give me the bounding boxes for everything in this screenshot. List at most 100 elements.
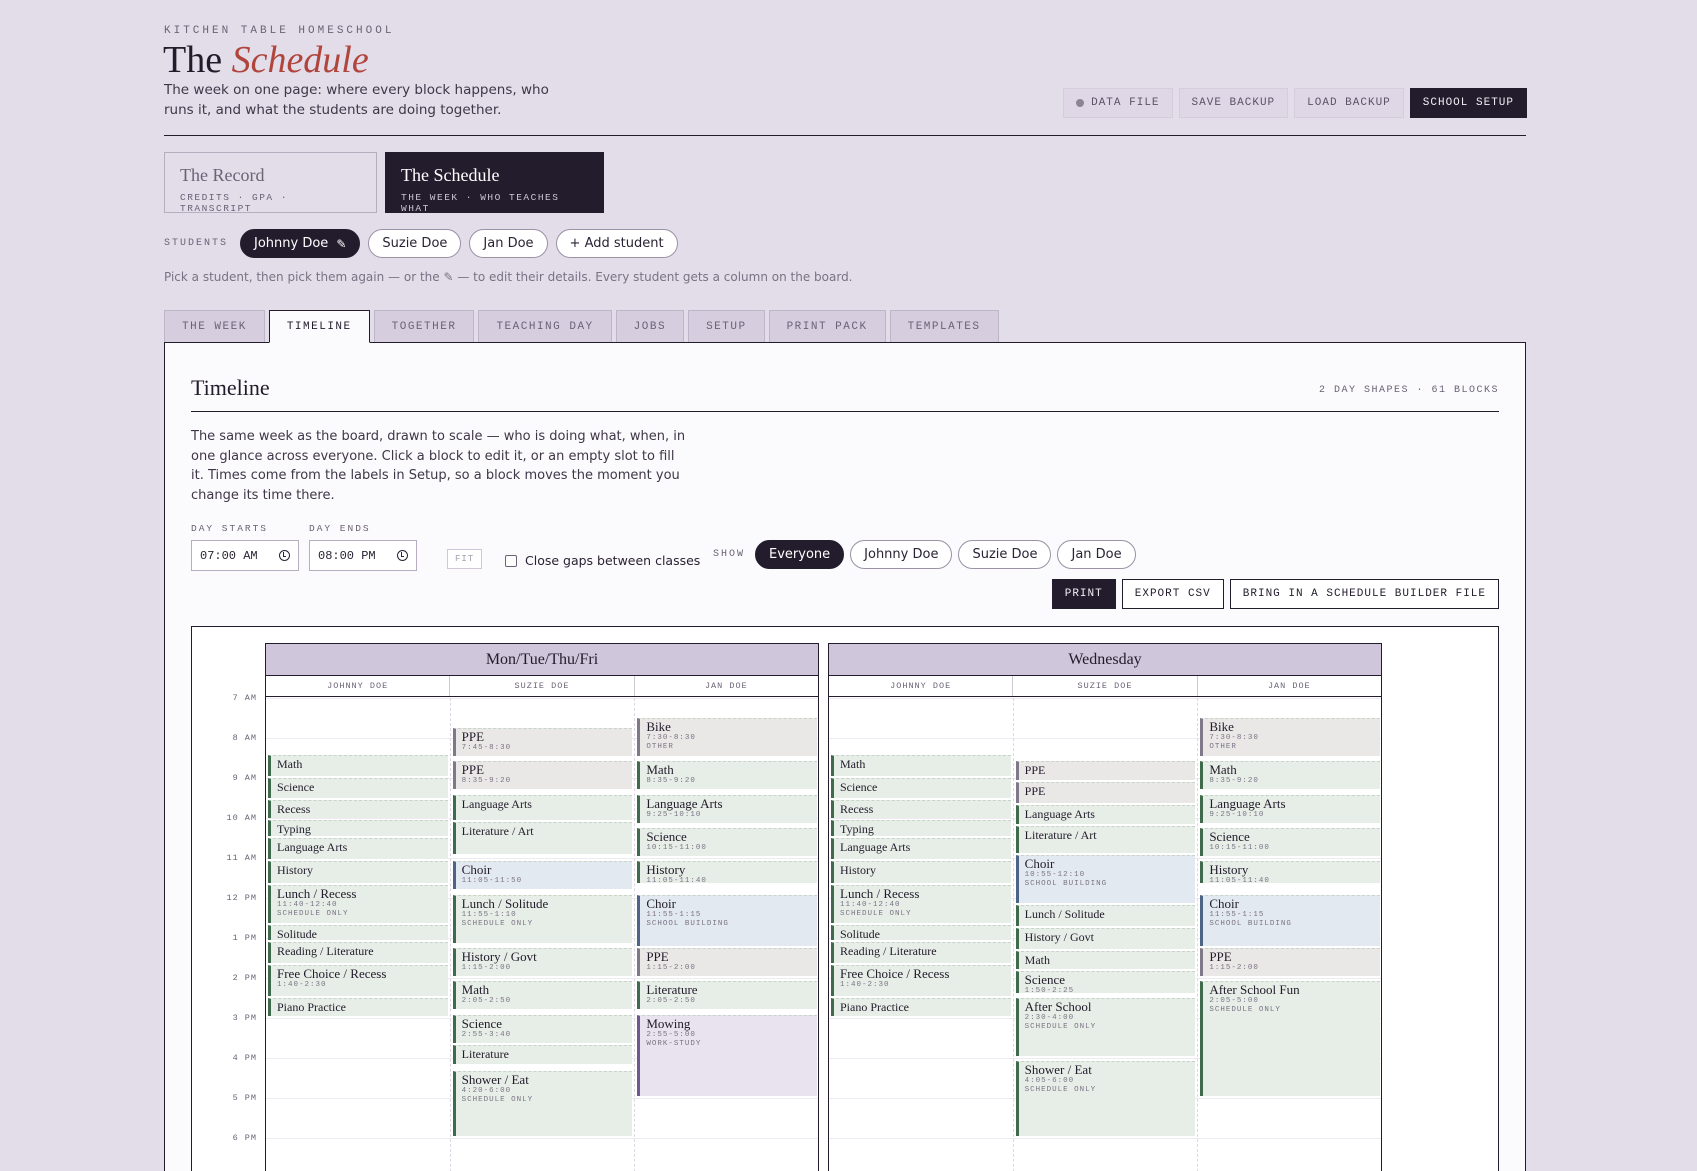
day-starts-input[interactable]: 07:00 AM	[191, 540, 299, 571]
switch-schedule[interactable]: The Schedule THE WEEK · WHO TEACHES WHAT	[385, 152, 604, 214]
schedule-block[interactable]: Choir 11:05-11:50	[452, 861, 633, 890]
schedule-block[interactable]: Choir 10:55-12:10 SCHOOL BUILDING	[1015, 854, 1196, 903]
schedule-block[interactable]: History / Govt 1:15-2:00	[452, 948, 633, 976]
schedule-block[interactable]: Literature / Art	[452, 822, 633, 854]
schedule-block[interactable]: Science	[268, 778, 448, 798]
fit-button[interactable]: FIT	[447, 549, 483, 569]
student-column[interactable]: PPE PPE Language Arts Literature / Art Choir…	[1014, 698, 1199, 1171]
schedule-block[interactable]: PPE 8:35-9:20	[452, 761, 633, 790]
schedule-block[interactable]: Math 8:35-9:20	[1200, 761, 1380, 790]
schedule-block[interactable]: Lunch / Recess 11:40-12:40 SCHEDULE ONLY	[831, 884, 1011, 923]
tab-setup[interactable]: SETUP	[688, 310, 765, 342]
schedule-block[interactable]: History / Govt	[1015, 928, 1196, 950]
schedule-block[interactable]: Science 10:15-11:00	[1200, 828, 1380, 856]
checkbox-box[interactable]	[505, 554, 517, 567]
show-jan[interactable]: Jan Doe	[1057, 540, 1136, 569]
load-backup-button[interactable]: LOAD BACKUP	[1294, 88, 1404, 118]
schedule-block[interactable]: Science 1:50-2:25	[1015, 971, 1196, 993]
edit-pencil-icon[interactable]: ✎	[336, 237, 346, 251]
student-pill-johnny[interactable]: Johnny Doe ✎	[240, 229, 361, 258]
schedule-block[interactable]: PPE 1:15-2:00	[1200, 948, 1380, 976]
schedule-block[interactable]: History 11:05-11:40	[1200, 861, 1380, 883]
schedule-block[interactable]: Language Arts	[452, 794, 633, 820]
schedule-block[interactable]: Science 2:55-3:40	[452, 1014, 633, 1043]
export-csv-button[interactable]: EXPORT CSV	[1121, 579, 1224, 609]
schedule-block[interactable]: Typing	[831, 820, 1011, 836]
schedule-block[interactable]: PPE 7:45-8:30	[452, 728, 633, 756]
show-johnny[interactable]: Johnny Doe	[850, 540, 953, 569]
schedule-block[interactable]: Math 8:35-9:20	[637, 761, 817, 790]
schedule-block[interactable]: Science	[831, 778, 1011, 798]
schedule-block[interactable]: Piano Practice	[268, 998, 448, 1016]
schedule-block[interactable]: Lunch / Solitude	[1015, 904, 1196, 926]
schedule-block[interactable]: Language Arts	[831, 838, 1011, 860]
clock-icon[interactable]	[279, 550, 290, 561]
schedule-block[interactable]: Solitude	[268, 924, 448, 940]
schedule-block[interactable]: Math	[831, 754, 1011, 776]
add-student-button[interactable]: + Add student	[555, 229, 678, 258]
tab-together[interactable]: TOGETHER	[373, 310, 475, 342]
tab-jobs[interactable]: JOBS	[615, 310, 685, 342]
tab-teaching-day[interactable]: TEACHING DAY	[478, 310, 612, 342]
schedule-block[interactable]: Math	[268, 754, 448, 776]
schedule-block[interactable]: History	[268, 861, 448, 883]
student-column[interactable]: Bike 7:30-8:30 OTHER Math 8:35-9:20 Language …	[635, 698, 818, 1171]
schedule-block[interactable]: Math 2:05-2:50	[452, 981, 633, 1010]
schedule-block[interactable]: Solitude	[831, 924, 1011, 940]
tab-timeline[interactable]: TIMELINE	[268, 310, 370, 343]
day-ends-input[interactable]: 08:00 PM	[309, 540, 417, 571]
student-column[interactable]: Bike 7:30-8:30 OTHER Math 8:35-9:20 Language …	[1198, 698, 1381, 1171]
schedule-block[interactable]: History 11:05-11:40	[637, 861, 817, 883]
show-suzie[interactable]: Suzie Doe	[958, 540, 1052, 569]
schedule-block[interactable]: Literature 2:05-2:50	[637, 981, 817, 1010]
show-everyone[interactable]: Everyone	[755, 540, 845, 569]
schedule-block[interactable]: Literature / Art	[1015, 826, 1196, 853]
schedule-block[interactable]: Shower / Eat 4:05-6:00 SCHEDULE ONLY	[1015, 1061, 1196, 1136]
schedule-block[interactable]: Language Arts 9:25-10:10	[1200, 794, 1380, 823]
close-gaps-checkbox[interactable]: Close gaps between classes	[505, 553, 700, 568]
school-setup-button[interactable]: SCHOOL SETUP	[1409, 88, 1527, 118]
schedule-block[interactable]: Piano Practice	[831, 998, 1011, 1016]
tab-templates[interactable]: TEMPLATES	[889, 310, 999, 342]
import-schedule-button[interactable]: BRING IN A SCHEDULE BUILDER FILE	[1229, 579, 1499, 609]
save-backup-button[interactable]: SAVE BACKUP	[1178, 88, 1289, 118]
schedule-block[interactable]: Recess	[268, 800, 448, 818]
schedule-block[interactable]: PPE 1:15-2:00	[637, 948, 817, 976]
student-pill-jan[interactable]: Jan Doe	[469, 229, 548, 258]
print-button[interactable]: PRINT	[1051, 579, 1116, 609]
schedule-block[interactable]: PPE	[1015, 782, 1196, 803]
schedule-block[interactable]: Mowing 2:55-5:00 WORK-STUDY	[637, 1014, 817, 1096]
schedule-block[interactable]: Lunch / Solitude 11:55-1:10 SCHEDULE ONLY	[452, 894, 633, 943]
student-pill-suzie[interactable]: Suzie Doe	[368, 229, 462, 258]
schedule-block[interactable]: Free Choice / Recess 1:40-2:30	[268, 964, 448, 996]
schedule-block[interactable]: Recess	[831, 800, 1011, 818]
schedule-block[interactable]: Reading / Literature	[268, 942, 448, 963]
student-column[interactable]: Math Science Recess Typing Language Arts Hist…	[829, 698, 1014, 1171]
schedule-block[interactable]: Choir 11:55-1:15 SCHOOL BUILDING	[1200, 894, 1380, 946]
tab-the-week[interactable]: THE WEEK	[164, 310, 265, 342]
schedule-block[interactable]: Bike 7:30-8:30 OTHER	[637, 718, 817, 756]
schedule-block[interactable]: Math	[1015, 951, 1196, 970]
schedule-block[interactable]: Language Arts	[1015, 804, 1196, 824]
schedule-block[interactable]: Free Choice / Recess 1:40-2:30	[831, 964, 1011, 996]
schedule-block[interactable]: Language Arts	[268, 838, 448, 860]
schedule-block[interactable]: Language Arts 9:25-10:10	[637, 794, 817, 823]
schedule-block[interactable]: Science 10:15-11:00	[637, 828, 817, 856]
tab-print-pack[interactable]: PRINT PACK	[768, 310, 886, 342]
schedule-block[interactable]: Choir 11:55-1:15 SCHOOL BUILDING	[637, 894, 817, 946]
student-column[interactable]: Math Science Recess Typing Language Arts Hist…	[266, 698, 451, 1171]
schedule-block[interactable]: Typing	[268, 820, 448, 836]
schedule-block[interactable]: Bike 7:30-8:30 OTHER	[1200, 718, 1380, 756]
schedule-block[interactable]: Shower / Eat 4:20-6:00 SCHEDULE ONLY	[452, 1071, 633, 1136]
schedule-block[interactable]: Lunch / Recess 11:40-12:40 SCHEDULE ONLY	[268, 884, 448, 923]
schedule-block[interactable]: PPE	[1015, 761, 1196, 780]
schedule-block[interactable]: Reading / Literature	[831, 942, 1011, 963]
data-file-button[interactable]: DATA FILE	[1063, 88, 1173, 118]
schedule-block[interactable]: After School Fun 2:05-5:00 SCHEDULE ONLY	[1200, 981, 1380, 1096]
schedule-block[interactable]: After School 2:30-4:00 SCHEDULE ONLY	[1015, 998, 1196, 1056]
student-column[interactable]: PPE 7:45-8:30 PPE 8:35-9:20 Language Arts Lit…	[451, 698, 636, 1171]
schedule-block[interactable]: History	[831, 861, 1011, 883]
schedule-block[interactable]: Literature	[452, 1044, 633, 1064]
switch-record[interactable]: The Record CREDITS · GPA · TRANSCRIPT	[164, 152, 377, 214]
clock-icon[interactable]	[397, 550, 408, 561]
